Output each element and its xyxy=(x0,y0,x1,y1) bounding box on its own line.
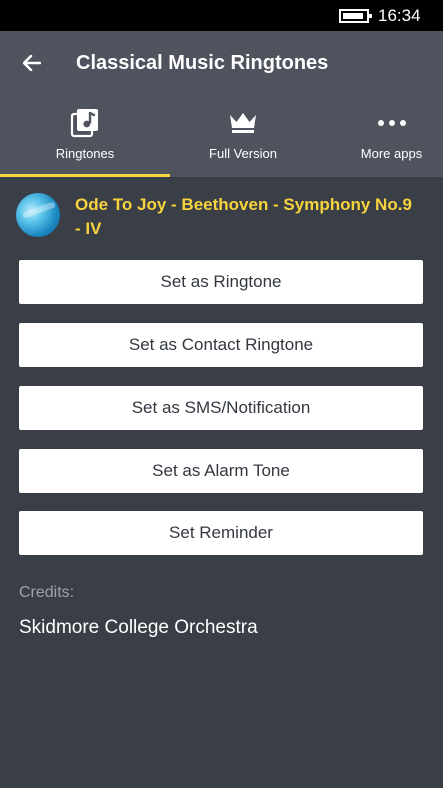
selected-tab-indicator xyxy=(0,174,170,177)
set-as-alarm-tone-button[interactable]: Set as Alarm Tone xyxy=(19,449,423,493)
credits-value: Skidmore College Orchestra xyxy=(19,617,258,638)
battery-icon xyxy=(339,9,372,23)
tab-ringtones[interactable]: Ringtones xyxy=(0,106,170,176)
set-reminder-button[interactable]: Set Reminder xyxy=(19,511,423,555)
set-as-contact-ringtone-button[interactable]: Set as Contact Ringtone xyxy=(19,323,423,367)
back-button[interactable] xyxy=(18,49,46,77)
set-as-ringtone-button[interactable]: Set as Ringtone xyxy=(19,260,423,304)
back-arrow-icon xyxy=(23,55,41,71)
set-as-sms-notification-button[interactable]: Set as SMS/Notification xyxy=(19,386,423,430)
status-time: 16:34 xyxy=(378,6,421,25)
tab-more-apps-label: More apps xyxy=(360,146,423,161)
app-header: Classical Music Ringtones Ringtones Full… xyxy=(0,31,443,177)
album-art xyxy=(16,193,60,237)
music-library-icon xyxy=(70,109,98,138)
crown-icon xyxy=(230,113,256,133)
tab-full-version-label: Full Version xyxy=(209,146,277,161)
tab-ringtones-label: Ringtones xyxy=(55,146,115,161)
more-dots-icon xyxy=(377,120,406,126)
page-title: Classical Music Ringtones xyxy=(76,52,329,74)
song-title: Ode To Joy - Beethoven - Symphony No.9 -… xyxy=(75,195,412,238)
tab-more-apps[interactable]: More apps xyxy=(340,106,443,176)
credits-label: Credits: xyxy=(19,584,75,601)
tab-full-version[interactable]: Full Version xyxy=(170,106,316,176)
status-bar: 16:34 xyxy=(0,0,443,31)
